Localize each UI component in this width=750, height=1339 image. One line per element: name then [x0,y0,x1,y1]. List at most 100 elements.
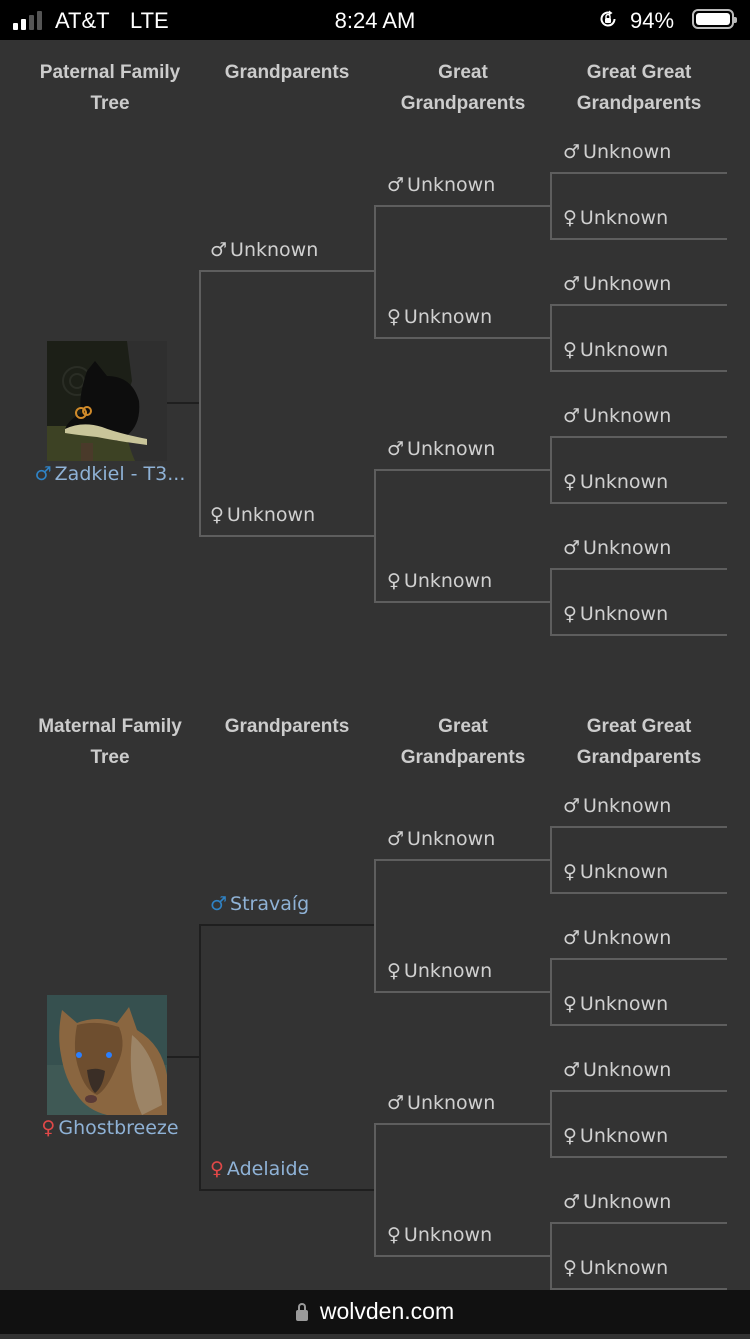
ancestor-name[interactable]: Stravaíg [230,893,309,915]
wolf-name-link[interactable]: ♂ Zadkiel - T3... [30,463,190,485]
great-great-grandparent-bracket-vertical [550,1090,552,1157]
ancestor-name: Unknown [403,306,493,328]
header-line: Grandparents [224,62,350,83]
ancestor-name: Unknown [583,1059,672,1081]
ancestor-name[interactable]: Adelaide [227,1158,309,1180]
avatar-connector-line [167,1056,200,1058]
grandparent-entry: ♀ Unknown [210,504,315,526]
header-line: Tree [90,93,130,114]
great-great-grandparent-entry: ♀ Unknown [563,603,668,625]
ancestor-name: Unknown [407,1092,496,1114]
great-great-grandparent-bracket-vertical [550,436,552,503]
male-symbol-icon: ♂ [563,927,581,949]
url-text[interactable]: wolvden.com [320,1298,454,1324]
female-symbol-icon: ♀ [563,339,577,361]
column-header: Great Grandparents [378,711,548,773]
great-great-grandparent-line [550,238,727,240]
male-symbol-icon: ♂ [387,438,405,460]
great-grandparent-bracket-vertical [374,1123,376,1256]
ancestor-name: Unknown [403,570,493,592]
grandparent-bracket-vertical [199,270,201,536]
ancestor-name: Unknown [583,537,672,559]
female-symbol-icon: ♀ [563,1125,577,1147]
great-great-grandparent-entry: ♀ Unknown [563,339,668,361]
column-header: Great Great Grandparents [554,711,724,773]
wolf-avatar-image[interactable] [47,995,167,1115]
male-symbol-icon: ♂ [563,1191,581,1213]
great-great-grandparent-line [550,436,727,438]
great-great-grandparent-line [550,568,727,570]
column-header: Grandparents [202,711,372,742]
ancestor-name: Unknown [579,603,669,625]
male-symbol-icon: ♂ [387,1092,405,1114]
great-great-grandparent-line [550,304,727,306]
wolf-name[interactable]: Zadkiel - T3... [55,463,186,485]
great-great-grandparent-bracket-vertical [550,304,552,371]
status-bar: AT&T LTE 8:24 AM 94% [0,0,750,40]
female-symbol-icon: ♀ [387,306,401,328]
ancestor-name: Unknown [407,828,496,850]
great-grandparent-line [374,859,551,861]
ancestor-name: Unknown [579,1125,669,1147]
header-line: Maternal Family [38,716,182,737]
great-grandparent-entry: ♂ Unknown [387,828,495,850]
header-line: Grandparents [576,747,702,768]
female-symbol-icon: ♀ [563,471,577,493]
great-great-grandparent-line [550,172,727,174]
header-line: Grandparents [224,716,350,737]
battery-icon [692,9,737,29]
great-grandparent-bracket-vertical [374,469,376,602]
great-great-grandparent-bracket-vertical [550,172,552,239]
padlock-icon [295,1303,308,1321]
female-symbol-icon: ♀ [563,993,577,1015]
wolf-name-link[interactable]: ♀ Ghostbreeze [30,1117,190,1139]
great-grandparent-entry: ♀ Unknown [387,306,492,328]
female-symbol-icon: ♀ [563,1257,577,1279]
great-great-grandparent-line [550,370,727,372]
great-grandparent-entry: ♂ Unknown [387,438,495,460]
female-symbol-icon: ♀ [563,207,577,229]
grandparent-line [199,270,375,272]
grandparent-entry[interactable]: ♂ Stravaíg [210,893,309,915]
male-symbol-icon: ♂ [563,795,581,817]
ancestor-name: Unknown [579,339,669,361]
ancestor-name: Unknown [583,405,672,427]
great-great-grandparent-line [550,892,727,894]
great-great-grandparent-entry: ♂ Unknown [563,1059,671,1081]
great-grandparent-entry: ♀ Unknown [387,960,492,982]
browser-address-bar[interactable]: wolvden.com [0,1290,750,1334]
ancestor-name: Unknown [583,927,672,949]
great-grandparent-entry: ♂ Unknown [387,1092,495,1114]
great-great-grandparent-entry: ♂ Unknown [563,795,671,817]
ancestor-name: Unknown [403,1224,493,1246]
grandparent-line [199,924,375,926]
maternal-family-tree: Maternal Family Tree Grandparents Great Gran… [0,699,750,1339]
header-line: Great [438,62,488,83]
great-great-grandparent-entry: ♂ Unknown [563,1191,671,1213]
male-symbol-icon: ♂ [563,141,581,163]
great-great-grandparent-bracket-vertical [550,1222,552,1289]
great-grandparent-line [374,601,551,603]
grandparent-entry: ♂ Unknown [210,239,318,261]
female-symbol-icon: ♀ [387,570,401,592]
paternal-family-tree: Paternal Family Tree Grandparents Great Gran… [0,45,750,685]
great-great-grandparent-entry: ♂ Unknown [563,273,671,295]
female-symbol-icon: ♀ [210,1158,224,1180]
header-line: Great [438,716,488,737]
great-great-grandparent-bracket-vertical [550,826,552,893]
great-great-grandparent-entry: ♀ Unknown [563,861,668,883]
grandparent-entry[interactable]: ♀ Adelaide [210,1158,309,1180]
grandparent-line [199,535,375,537]
wolf-avatar-image[interactable] [47,341,167,461]
ancestor-name: Unknown [579,861,669,883]
header-line: Paternal Family [39,62,181,83]
ancestor-name: Unknown [579,471,669,493]
great-grandparent-entry: ♂ Unknown [387,174,495,196]
ancestor-name: Unknown [583,795,672,817]
rotation-lock-icon [600,10,616,27]
header-line: Grandparents [400,747,526,768]
wolf-name[interactable]: Ghostbreeze [58,1117,178,1139]
female-symbol-icon: ♀ [563,603,577,625]
column-header: Great Grandparents [378,57,548,119]
female-symbol-icon: ♀ [387,960,401,982]
